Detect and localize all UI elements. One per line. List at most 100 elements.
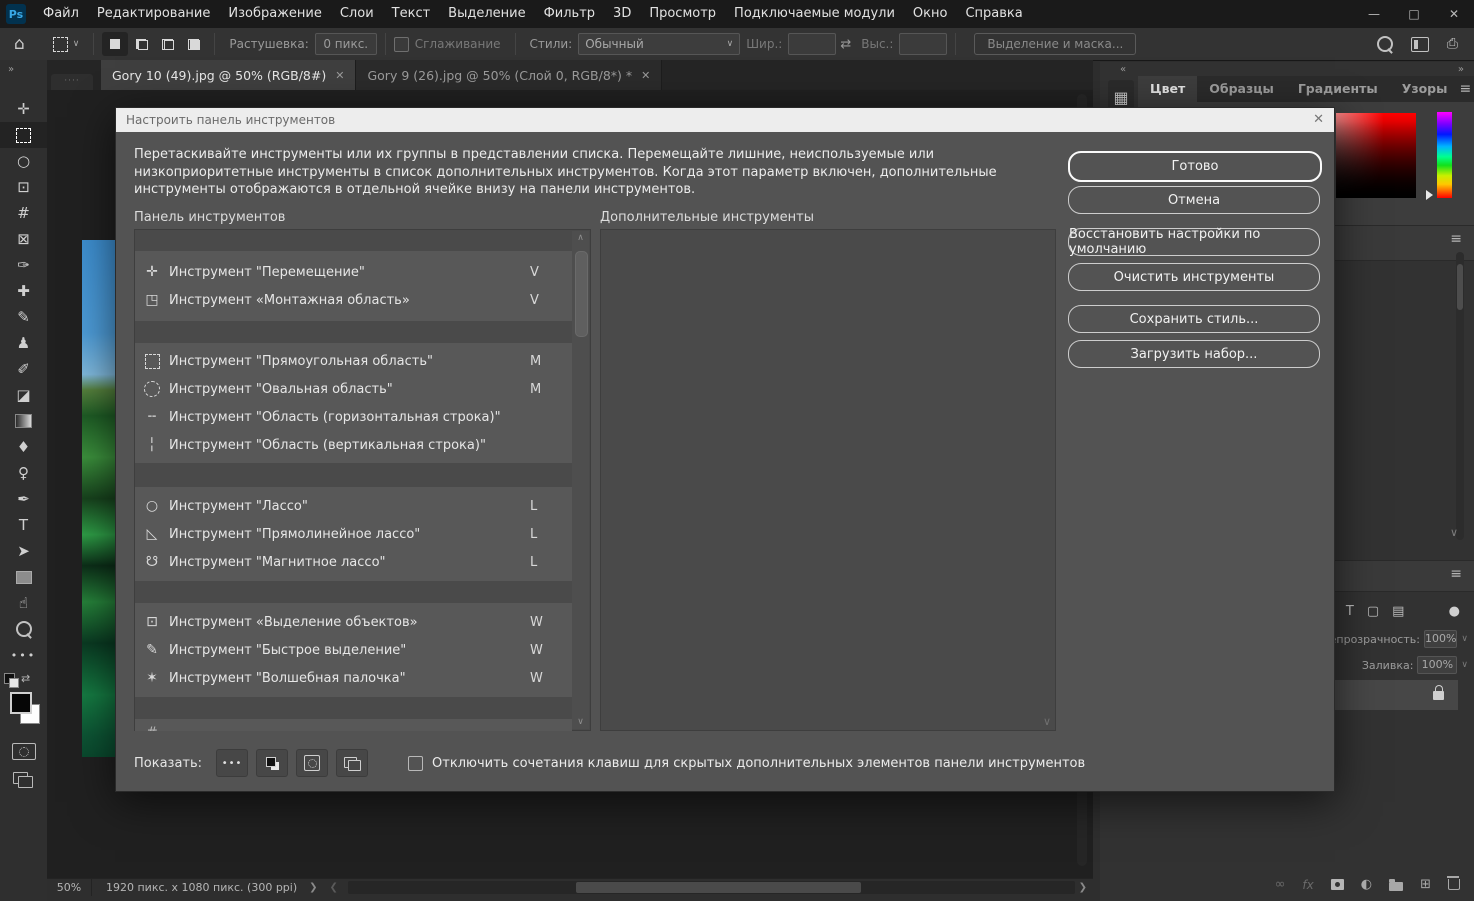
extra-tools-list[interactable]: ∨ xyxy=(600,229,1056,731)
tool-row[interactable]: ╌ Инструмент "Область (горизонтальная ст… xyxy=(135,403,572,431)
home-icon[interactable]: ⌂ xyxy=(14,34,25,54)
panel-menu-icon[interactable]: ≡ xyxy=(1459,76,1471,102)
share-icon[interactable]: ⎙ xyxy=(1447,36,1458,52)
show-colors-toggle[interactable] xyxy=(256,749,289,777)
history-brush-tool[interactable]: ✐ xyxy=(0,356,47,382)
done-button[interactable]: Готово xyxy=(1068,151,1322,182)
filter-pin-icon[interactable]: ● xyxy=(1449,604,1460,619)
link-layers-icon[interactable]: ∞ xyxy=(1275,877,1286,892)
filter-smart-object-icon[interactable]: ▤ xyxy=(1392,604,1404,619)
close-tab-icon[interactable]: ✕ xyxy=(335,69,344,82)
panel-scrollbar[interactable] xyxy=(1456,252,1464,540)
crop-tool[interactable]: # xyxy=(0,200,47,226)
new-group-icon[interactable] xyxy=(1389,878,1404,891)
tool-group-partial[interactable]: # xyxy=(135,719,572,731)
menu-select[interactable]: Выделение xyxy=(439,0,534,28)
tab-gradients[interactable]: Градиенты xyxy=(1286,76,1390,102)
status-arrow-icon[interactable]: ❯ xyxy=(309,882,317,893)
scroll-right-icon[interactable]: ❯ xyxy=(1079,882,1087,893)
tool-group[interactable]: ○ Инструмент "Лассо" L ◺ Инструмент "Пря… xyxy=(135,487,572,581)
antialias-checkbox[interactable] xyxy=(393,36,409,52)
filter-type-icon[interactable]: T xyxy=(1346,604,1354,619)
hue-slider-arrow[interactable] xyxy=(1426,190,1433,200)
tool-group[interactable]: ⊡ Инструмент «Выделение объектов» W ✎ Ин… xyxy=(135,603,572,697)
swap-dimensions-icon[interactable]: ⇄ xyxy=(840,37,851,52)
menu-filter[interactable]: Фильтр xyxy=(535,0,604,28)
tool-row[interactable]: ☋ Инструмент "Магнитное лассо" L xyxy=(135,548,572,576)
layer-row[interactable] xyxy=(1328,680,1458,710)
object-selection-tool[interactable]: ⊡ xyxy=(0,174,47,200)
tool-row[interactable]: ◺ Инструмент "Прямолинейное лассо" L xyxy=(135,520,572,548)
eraser-tool[interactable]: ◪ xyxy=(0,382,47,408)
chevron-down-icon[interactable]: ∨ xyxy=(1461,660,1468,670)
list-scrollbar[interactable]: ∧ ∨ xyxy=(572,231,589,729)
chevron-down-icon[interactable]: ∨ xyxy=(1461,634,1468,644)
menu-plugins[interactable]: Подключаемые модули xyxy=(725,0,904,28)
tool-row[interactable]: ⊡ Инструмент «Выделение объектов» W xyxy=(135,608,572,636)
search-icon[interactable] xyxy=(1376,36,1393,52)
style-dropdown[interactable]: Обычный ∨ xyxy=(578,33,741,55)
swap-colors-icon[interactable]: ⇄ xyxy=(4,672,30,688)
tab-swatches[interactable]: Образцы xyxy=(1197,76,1286,102)
color-field[interactable] xyxy=(1336,113,1416,198)
show-screen-mode-toggle[interactable] xyxy=(336,749,369,777)
tool-preset-picker[interactable]: ∨ xyxy=(47,34,86,55)
menu-image[interactable]: Изображение xyxy=(219,0,330,28)
selection-mode-add-button[interactable] xyxy=(128,32,154,56)
tab-color[interactable]: Цвет xyxy=(1138,76,1198,102)
color-swatches[interactable] xyxy=(8,690,42,726)
menu-window[interactable]: Окно xyxy=(904,0,957,28)
restore-defaults-button[interactable]: Восстановить настройки по умолчанию xyxy=(1068,227,1320,257)
load-preset-button[interactable]: Загрузить набор... xyxy=(1068,340,1320,368)
document-tab-2[interactable]: Gory 9 (26).jpg @ 50% (Слой 0, RGB/8*) *… xyxy=(356,60,663,90)
document-image[interactable] xyxy=(82,240,115,757)
clone-stamp-tool[interactable]: ♟ xyxy=(0,330,47,356)
save-preset-button[interactable]: Сохранить стиль... xyxy=(1068,305,1320,333)
panel-menu-icon[interactable]: ≡ xyxy=(1450,561,1462,587)
eyedropper-tool[interactable]: ✑ xyxy=(0,252,47,278)
move-tool[interactable]: ✛ xyxy=(0,96,47,122)
feather-input[interactable] xyxy=(314,33,377,55)
selection-mode-intersect-button[interactable] xyxy=(180,32,206,56)
healing-brush-tool[interactable]: ✚ xyxy=(0,278,47,304)
layer-effects-icon[interactable]: fx xyxy=(1302,878,1313,892)
menu-file[interactable]: Файл xyxy=(34,0,88,28)
expand-panels-icon[interactable]: » xyxy=(1458,64,1464,75)
menu-help[interactable]: Справка xyxy=(956,0,1031,28)
show-edit-toolbar-toggle[interactable]: ••• xyxy=(216,749,249,777)
new-layer-icon[interactable]: ⊞ xyxy=(1420,877,1431,892)
hand-tool[interactable]: ☝ xyxy=(0,590,47,616)
workspace-icon[interactable] xyxy=(1410,36,1429,52)
tool-row[interactable]: # xyxy=(135,719,572,731)
menu-type[interactable]: Текст xyxy=(383,0,440,28)
tool-row[interactable]: ○ Инструмент "Лассо" L xyxy=(135,492,572,520)
scrollbar-thumb[interactable] xyxy=(575,251,588,337)
select-and-mask-button[interactable]: Выделение и маска... xyxy=(974,33,1137,55)
tool-row[interactable]: ✶ Инструмент "Волшебная палочка" W xyxy=(135,664,572,692)
scroll-down-icon[interactable]: ∨ xyxy=(572,717,589,727)
opacity-value[interactable]: 100% xyxy=(1423,630,1458,648)
disable-shortcuts-checkbox[interactable] xyxy=(408,755,424,771)
edit-toolbar-button[interactable]: ••• xyxy=(0,642,47,668)
tool-row[interactable]: ✛ Инструмент "Перемещение" V xyxy=(135,258,572,286)
shape-tool[interactable] xyxy=(0,564,47,590)
close-tab-icon[interactable]: ✕ xyxy=(641,69,650,82)
lasso-tool[interactable]: ○ xyxy=(0,148,47,174)
dodge-tool[interactable]: ♀ xyxy=(0,460,47,486)
pen-tool[interactable]: ✒ xyxy=(0,486,47,512)
document-tab-1[interactable]: Gory 10 (49).jpg @ 50% (RGB/8#) ✕ xyxy=(101,60,357,90)
foreground-color-swatch[interactable] xyxy=(10,692,32,714)
adjustment-layer-icon[interactable]: ◐ xyxy=(1361,877,1372,892)
height-input[interactable] xyxy=(899,33,948,55)
show-quick-mask-toggle[interactable] xyxy=(296,749,329,777)
selection-mode-new-button[interactable] xyxy=(102,32,129,56)
panel-menu-icon[interactable]: ≡ xyxy=(1450,226,1462,252)
clear-tools-button[interactable]: Очистить инструменты xyxy=(1068,263,1320,291)
scroll-left-icon[interactable]: ❮ xyxy=(330,882,338,893)
cancel-button[interactable]: Отмена xyxy=(1068,186,1320,214)
menu-layers[interactable]: Слои xyxy=(331,0,383,28)
maximize-button[interactable]: □ xyxy=(1394,0,1434,28)
rectangular-marquee-tool[interactable] xyxy=(0,122,47,148)
collapse-toolbar-icon[interactable]: » xyxy=(8,64,14,75)
tool-row[interactable]: ◳ Инструмент «Монтажная область» V xyxy=(135,286,572,314)
